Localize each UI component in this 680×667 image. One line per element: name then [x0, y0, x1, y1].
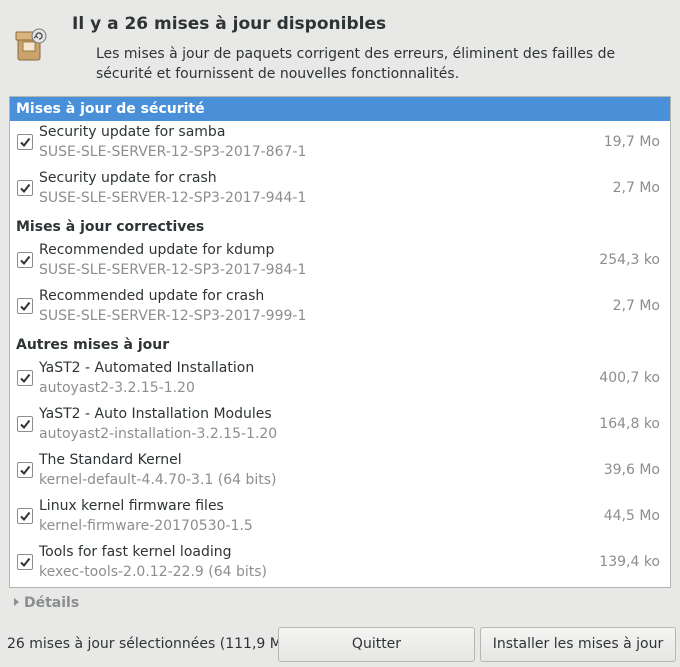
update-size: 2,7 Mo	[612, 298, 660, 314]
update-name: Recommended update for kdump	[39, 242, 275, 258]
list-item[interactable]: Recommended update for kdump SUSE-SLE-SE…	[10, 239, 670, 285]
group-header-other[interactable]: Autres mises à jour	[10, 333, 670, 357]
update-package: autoyast2-installation-3.2.15-1.20	[39, 426, 278, 442]
checkmark-icon	[20, 419, 31, 430]
update-package: SUSE-SLE-SERVER-12-SP3-2017-984-1	[39, 262, 307, 278]
update-size: 2,7 Mo	[612, 180, 660, 196]
checkmark-icon	[20, 373, 31, 384]
details-label: Détails	[24, 595, 80, 611]
group-header-corrective[interactable]: Mises à jour correctives	[10, 215, 670, 239]
checkmark-icon	[20, 183, 31, 194]
checkmark-icon	[20, 465, 31, 476]
update-checkbox[interactable]	[17, 180, 33, 196]
update-package: kernel-default-4.4.70-3.1 (64 bits)	[39, 472, 277, 488]
update-size: 400,7 ko	[599, 370, 660, 386]
update-checkbox[interactable]	[17, 298, 33, 314]
update-name: The Standard Kernel	[39, 452, 182, 468]
update-size: 39,6 Mo	[603, 462, 660, 478]
checkmark-icon	[20, 301, 31, 312]
list-item[interactable]: YaST2 - Auto Installation Modules autoya…	[10, 403, 670, 449]
checkmark-icon	[20, 557, 31, 568]
selection-status: 26 mises à jour sélectionnées (111,9 Mo)	[7, 636, 296, 652]
update-package: SUSE-SLE-SERVER-12-SP3-2017-999-1	[39, 308, 307, 324]
update-size: 254,3 ko	[599, 252, 660, 268]
update-package: SUSE-SLE-SERVER-12-SP3-2017-944-1	[39, 190, 307, 206]
update-size: 139,4 ko	[599, 554, 660, 570]
checkmark-icon	[20, 137, 31, 148]
update-package: autoyast2-3.2.15-1.20	[39, 380, 195, 396]
update-package: kernel-firmware-20170530-1.5	[39, 518, 253, 534]
page-title: Il y a 26 mises à jour disponibles	[72, 14, 387, 34]
group-header-security[interactable]: Mises à jour de sécurité	[10, 97, 670, 121]
header: Il y a 26 mises à jour disponibles Les m…	[0, 0, 680, 96]
update-name: Security update for samba	[39, 124, 226, 140]
list-item[interactable]: Tools for fast kernel loading kexec-tool…	[10, 541, 670, 587]
list-item[interactable]: Recommended update for crash SUSE-SLE-SE…	[10, 285, 670, 331]
chevron-right-icon	[14, 598, 19, 606]
update-name: YaST2 - Automated Installation	[39, 360, 255, 376]
update-checkbox[interactable]	[17, 416, 33, 432]
software-update-icon	[12, 26, 48, 66]
update-checkbox[interactable]	[17, 370, 33, 386]
update-checkbox[interactable]	[17, 462, 33, 478]
update-checkbox[interactable]	[17, 134, 33, 150]
page-description: Les mises à jour de paquets corrigent de…	[96, 46, 616, 82]
updates-list[interactable]: Mises à jour de sécurité Security update…	[9, 96, 671, 588]
install-updates-button[interactable]: Installer les mises à jour	[480, 627, 676, 662]
update-name: Security update for crash	[39, 170, 217, 186]
update-checkbox[interactable]	[17, 252, 33, 268]
update-package: kexec-tools-2.0.12-22.9 (64 bits)	[39, 564, 267, 580]
update-size: 19,7 Mo	[603, 134, 660, 150]
checkmark-icon	[20, 255, 31, 266]
list-item[interactable]: The Standard Kernel kernel-default-4.4.7…	[10, 449, 670, 495]
quit-button[interactable]: Quitter	[278, 627, 475, 662]
details-expander[interactable]: Détails	[14, 595, 79, 611]
list-item[interactable]: Security update for crash SUSE-SLE-SERVE…	[10, 167, 670, 213]
update-name: Tools for fast kernel loading	[39, 544, 232, 560]
update-checkbox[interactable]	[17, 554, 33, 570]
update-name: Linux kernel firmware files	[39, 498, 224, 514]
list-item[interactable]: YaST2 - Automated Installation autoyast2…	[10, 357, 670, 403]
update-size: 44,5 Mo	[603, 508, 660, 524]
update-checkbox[interactable]	[17, 508, 33, 524]
list-item[interactable]: Security update for samba SUSE-SLE-SERVE…	[10, 121, 670, 167]
update-size: 164,8 ko	[599, 416, 660, 432]
update-name: Recommended update for crash	[39, 288, 265, 304]
checkmark-icon	[20, 511, 31, 522]
update-name: YaST2 - Auto Installation Modules	[39, 406, 272, 422]
list-item[interactable]: Linux kernel firmware files kernel-firmw…	[10, 495, 670, 541]
update-package: SUSE-SLE-SERVER-12-SP3-2017-867-1	[39, 144, 307, 160]
